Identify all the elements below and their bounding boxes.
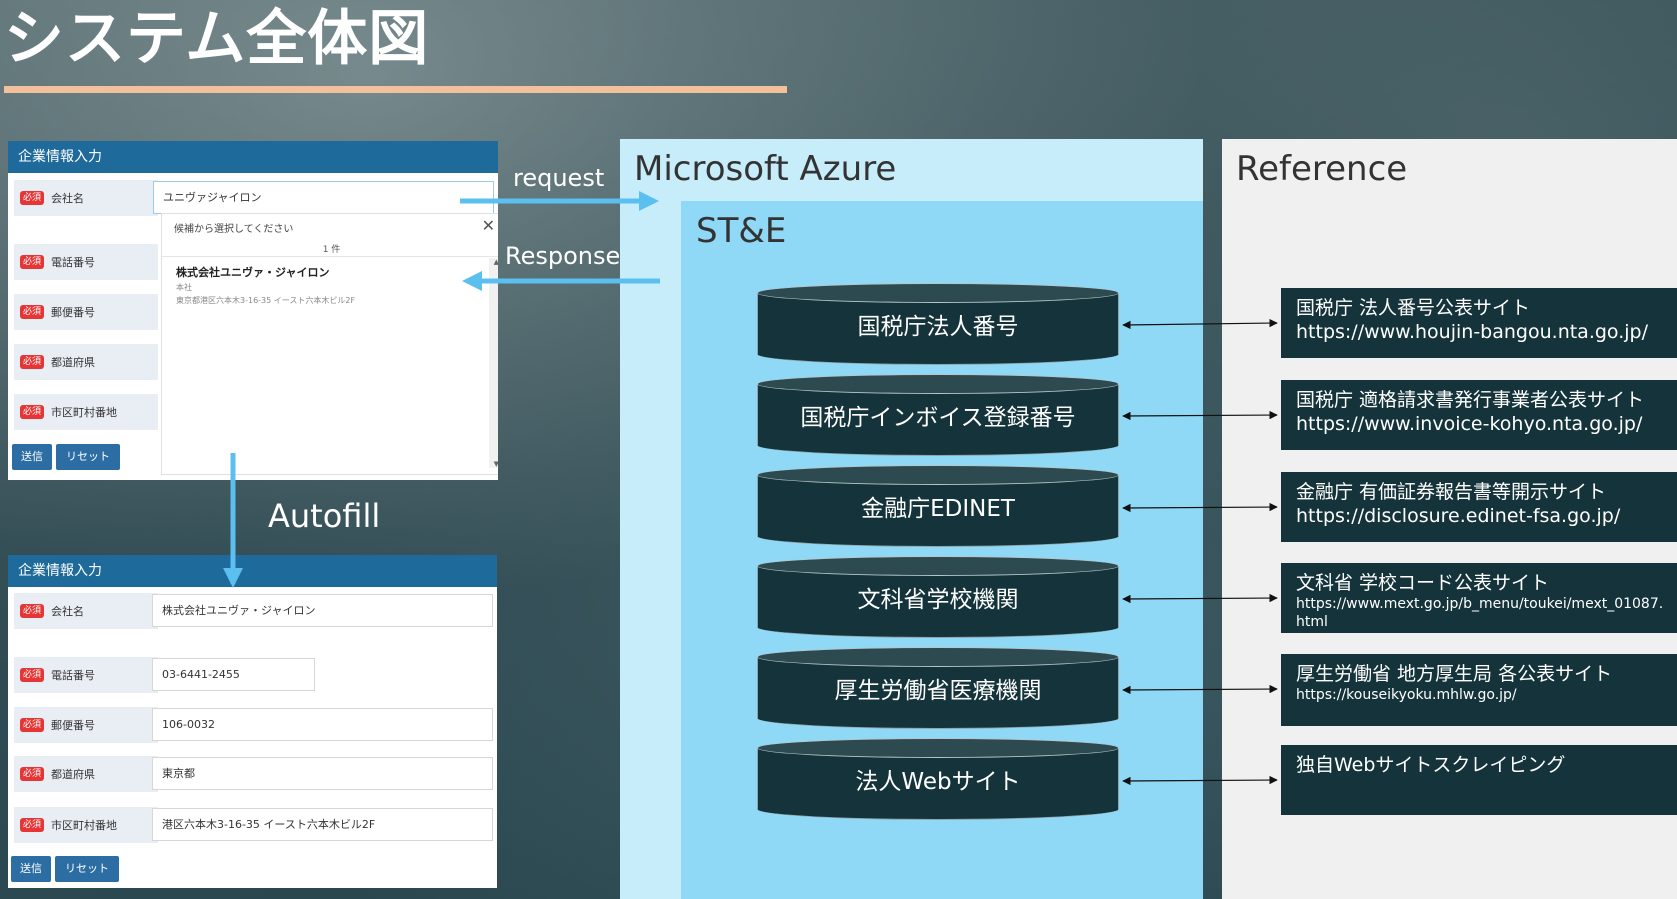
slide-title: システム全体図 <box>4 4 430 74</box>
form-top: 企業情報入力 必須 会社名 ユニヴァジャイロン 必須 電話番号 必須 郵便番号 … <box>8 141 498 480</box>
reference-url[interactable]: https://www.houjin-bangou.nta.go.jp/ <box>1296 320 1677 344</box>
reference-item: 独自Webサイトスクレイピング <box>1281 745 1677 815</box>
database-cylinder: 厚生労働省医療機関 <box>757 647 1119 729</box>
label-postal: 郵便番号 <box>51 719 96 732</box>
reference-name: 金融庁 有価証券報告書等開示サイト <box>1296 481 1607 503</box>
candidate-address: 東京都港区六本木3-16-35 イースト六本木ビル2F <box>176 296 356 305</box>
field-label-company: 必須 会社名 <box>14 593 158 629</box>
label-phone: 電話番号 <box>51 669 96 682</box>
required-badge: 必須 <box>20 718 45 732</box>
scroll-up-icon[interactable]: ▲ <box>494 258 498 266</box>
label-company: 会社名 <box>51 605 85 618</box>
reference-item: 金融庁 有価証券報告書等開示サイト https://disclosure.edi… <box>1281 472 1677 542</box>
database-cylinder: 文科省学校機関 <box>757 556 1119 638</box>
title-underline <box>4 86 787 93</box>
label-company: 会社名 <box>51 192 85 205</box>
required-badge: 必須 <box>20 405 45 419</box>
database-label: 国税庁法人番号 <box>857 314 1019 340</box>
request-label: request <box>513 164 605 192</box>
candidate-name[interactable]: 株式会社ユニヴァ・ジャイロン <box>176 264 329 280</box>
reset-button[interactable]: リセット <box>55 856 119 882</box>
field-label-phone: 必須 電話番号 <box>14 244 158 280</box>
reference-name: 独自Webサイトスクレイピング <box>1296 754 1566 776</box>
required-badge: 必須 <box>20 604 45 618</box>
company-input[interactable]: ユニヴァジャイロン <box>153 181 494 214</box>
required-badge: 必須 <box>20 668 45 682</box>
close-icon[interactable]: ✕ <box>482 216 495 235</box>
autofill-label: Autofill <box>268 497 381 535</box>
address-input[interactable]: 港区六本木3-16-35 イースト六本木ビル2F <box>152 808 493 841</box>
dropdown-hint: 候補から選択してください <box>174 224 294 235</box>
database-label: 法人Webサイト <box>855 769 1021 795</box>
field-label-prefecture: 必須 都道府県 <box>14 344 158 380</box>
label-postal: 郵便番号 <box>51 306 96 319</box>
required-badge: 必須 <box>20 818 45 832</box>
required-badge: 必須 <box>20 255 45 269</box>
reference-url[interactable]: https://www.invoice-kohyo.nta.go.jp/ <box>1296 412 1677 436</box>
reference-name: 文科省 学校コード公表サイト <box>1296 572 1550 594</box>
reference-url[interactable]: https://www.mext.go.jp/b_menu/toukei/mex… <box>1296 595 1671 631</box>
scroll-down-icon[interactable]: ▼ <box>494 460 498 468</box>
reference-item: 国税庁 適格請求書発行事業者公表サイト https://www.invoice-… <box>1281 380 1677 450</box>
ste-title: ST&E <box>696 211 787 251</box>
reference-name: 厚生労働省 地方厚生局 各公表サイト <box>1296 663 1613 685</box>
required-badge: 必須 <box>20 767 45 781</box>
label-address: 市区町村番地 <box>51 406 118 419</box>
candidate-branch: 本社 <box>176 283 192 292</box>
field-label-address: 必須 市区町村番地 <box>14 807 158 843</box>
reference-name: 国税庁 適格請求書発行事業者公表サイト <box>1296 389 1645 411</box>
required-badge: 必須 <box>20 191 45 205</box>
required-badge: 必須 <box>20 305 45 319</box>
phone-input[interactable]: 03-6441-2455 <box>152 658 315 691</box>
field-label-address: 必須 市区町村番地 <box>14 394 158 430</box>
reference-title: Reference <box>1236 149 1408 189</box>
database-label: 文科省学校機関 <box>857 587 1019 613</box>
azure-title: Microsoft Azure <box>634 149 897 189</box>
company-input[interactable]: 株式会社ユニヴァ・ジャイロン <box>152 594 493 627</box>
reset-button[interactable]: リセット <box>56 444 120 470</box>
reference-name: 国税庁 法人番号公表サイト <box>1296 297 1531 319</box>
form-bottom: 企業情報入力 必須 会社名 株式会社ユニヴァ・ジャイロン 必須 電話番号 03-… <box>8 555 497 888</box>
database-label: 金融庁EDINET <box>861 496 1015 522</box>
response-label: Response <box>505 242 621 270</box>
database-cylinder: 国税庁法人番号 <box>757 283 1119 365</box>
dropdown-scrollbar[interactable] <box>489 258 498 468</box>
database-cylinder: 法人Webサイト <box>757 738 1119 820</box>
label-phone: 電話番号 <box>51 256 96 269</box>
dropdown-divider <box>162 256 498 257</box>
label-prefecture: 都道府県 <box>51 356 96 369</box>
submit-button[interactable]: 送信 <box>12 444 52 470</box>
label-prefecture: 都道府県 <box>51 768 96 781</box>
form-bottom-header: 企業情報入力 <box>8 555 497 587</box>
reference-item: 国税庁 法人番号公表サイト https://www.houjin-bangou.… <box>1281 288 1677 358</box>
reference-item: 文科省 学校コード公表サイト https://www.mext.go.jp/b_… <box>1281 563 1677 633</box>
reference-item: 厚生労働省 地方厚生局 各公表サイト https://kouseikyoku.m… <box>1281 654 1677 726</box>
postal-input[interactable]: 106-0032 <box>152 708 493 741</box>
field-label-company: 必須 会社名 <box>14 180 158 216</box>
submit-button[interactable]: 送信 <box>11 856 51 882</box>
required-badge: 必須 <box>20 355 45 369</box>
reference-url[interactable]: https://kouseikyoku.mhlw.go.jp/ <box>1296 686 1677 704</box>
label-address: 市区町村番地 <box>51 819 118 832</box>
autocomplete-dropdown: 候補から選択してください ✕ 1 件 株式会社ユニヴァ・ジャイロン 本社 東京都… <box>161 213 498 475</box>
database-cylinder: 国税庁インボイス登録番号 <box>757 374 1119 456</box>
reference-url[interactable]: https://disclosure.edinet-fsa.go.jp/ <box>1296 504 1677 528</box>
field-label-phone: 必須 電話番号 <box>14 657 158 693</box>
database-label: 厚生労働省医療機関 <box>834 678 1042 704</box>
form-top-header: 企業情報入力 <box>8 141 498 173</box>
prefecture-input[interactable]: 東京都 <box>152 757 493 790</box>
field-label-prefecture: 必須 都道府県 <box>14 756 158 792</box>
database-label: 国税庁インボイス登録番号 <box>800 405 1076 431</box>
database-cylinder: 金融庁EDINET <box>757 465 1119 547</box>
dropdown-count: 1 件 <box>322 245 341 255</box>
field-label-postal: 必須 郵便番号 <box>14 294 158 330</box>
field-label-postal: 必須 郵便番号 <box>14 707 158 743</box>
